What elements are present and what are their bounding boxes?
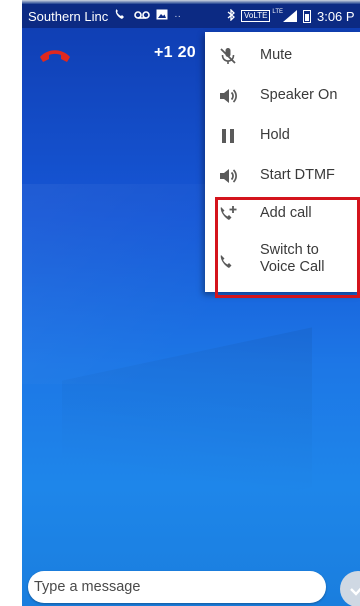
speaker-icon xyxy=(218,166,238,186)
menu-item-hold[interactable]: Hold xyxy=(205,118,360,154)
menu-item-label: Hold xyxy=(260,127,290,143)
voicemail-icon xyxy=(134,9,151,23)
more-notifications-icon: ·· xyxy=(174,10,181,22)
status-icons: VoLTE LTE 3:06 P xyxy=(227,4,355,28)
menu-item-label: Switch to Voice Call xyxy=(260,242,324,276)
menu-item-label: Mute xyxy=(260,47,293,63)
message-input[interactable] xyxy=(34,571,320,603)
speaker-icon xyxy=(218,86,238,106)
menu-item-label: Add call xyxy=(260,205,312,221)
call-screen: Southern Linc ·· VoLTE LTE 3:06 P +1 20 … xyxy=(22,4,360,606)
pause-icon xyxy=(218,126,238,146)
network-type: LTE xyxy=(272,9,283,15)
message-bar xyxy=(28,571,326,603)
carrier-name: Southern Linc xyxy=(28,8,109,24)
bluetooth-icon xyxy=(227,7,235,24)
mic-off-icon xyxy=(218,46,238,66)
volte-badge: VoLTE xyxy=(241,10,271,22)
menu-item-label: Speaker On xyxy=(260,87,338,103)
image-notification-icon xyxy=(156,9,168,23)
menu-item-label-line2: Voice Call xyxy=(260,259,325,275)
signal-icon xyxy=(282,10,297,22)
send-button[interactable] xyxy=(340,571,360,606)
call-options-menu: Mute Speaker On Hold Start DTMF Add call… xyxy=(205,32,360,292)
add-call-icon xyxy=(218,204,238,224)
call-phone-number: +1 20 xyxy=(154,44,196,61)
status-time: 3:06 P xyxy=(316,8,355,24)
menu-item-mute[interactable]: Mute xyxy=(205,38,360,74)
status-bar: Southern Linc ·· VoLTE LTE 3:06 P xyxy=(22,4,360,28)
battery-icon xyxy=(302,9,311,23)
wifi-calling-icon xyxy=(114,8,128,24)
menu-item-label-line1: Switch to xyxy=(260,242,319,258)
menu-item-switch-to-voice-call[interactable]: Switch to Voice Call xyxy=(205,238,360,290)
menu-item-add-call[interactable]: Add call xyxy=(205,196,360,232)
end-call-icon[interactable] xyxy=(38,44,72,66)
phone-icon xyxy=(218,252,238,272)
screenshot-margin xyxy=(0,0,22,606)
menu-item-speaker-on[interactable]: Speaker On xyxy=(205,78,360,114)
menu-item-label: Start DTMF xyxy=(260,167,335,183)
menu-item-start-dtmf[interactable]: Start DTMF xyxy=(205,158,360,194)
